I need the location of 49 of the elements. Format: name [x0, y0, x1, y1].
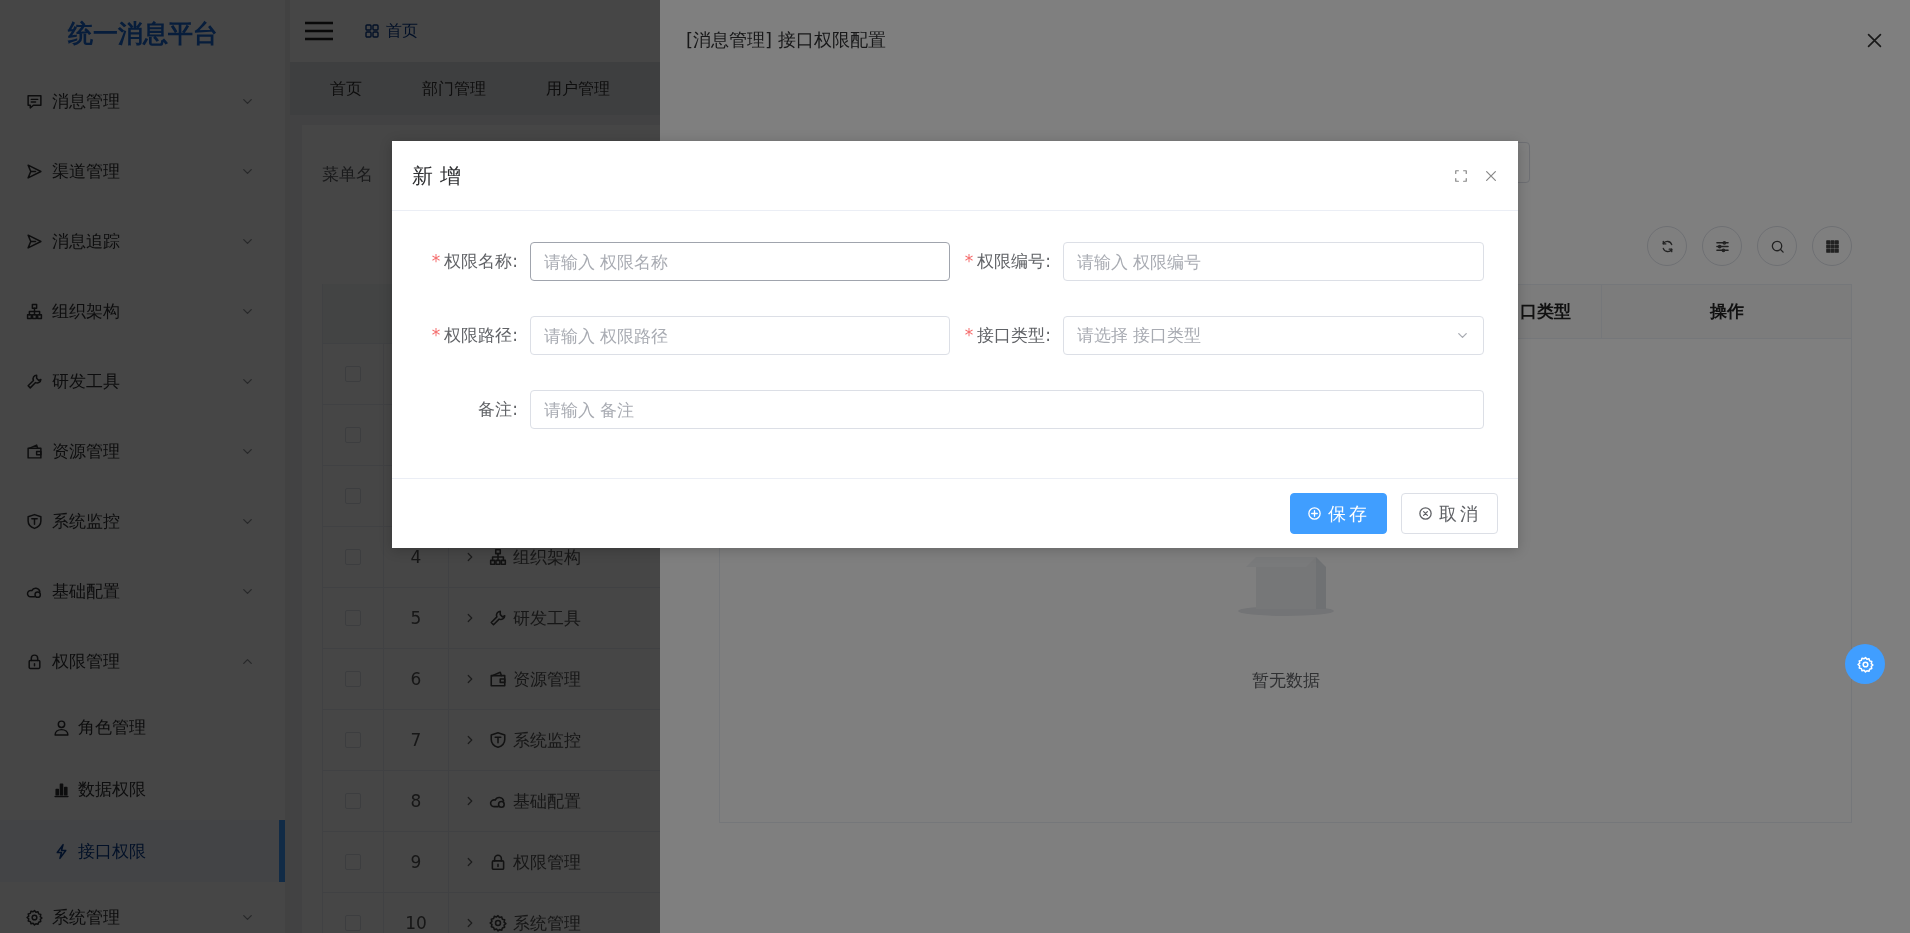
field-label: * 接口类型:: [963, 324, 1052, 347]
gear-icon: [1856, 655, 1874, 673]
close-icon: [1484, 168, 1498, 183]
sitemap-icon: [489, 548, 507, 566]
wallet-icon: [489, 670, 507, 688]
field-label: * 权限名称:: [430, 250, 519, 273]
column-header: 操作: [1601, 285, 1851, 338]
shield-icon: [489, 731, 507, 749]
cancel-button[interactable]: 取消: [1401, 493, 1498, 534]
text-field[interactable]: 请输入 权限名称: [530, 242, 950, 281]
select-field[interactable]: 请选择 接口类型: [1063, 316, 1484, 355]
wallet-icon: [26, 442, 43, 460]
user-icon: [53, 718, 70, 736]
send-icon: [26, 232, 43, 250]
grid-icon: [364, 23, 380, 39]
dialog-title: 新 增: [412, 162, 462, 190]
sidebar-item[interactable]: 系统监控: [0, 486, 285, 556]
message-icon: [26, 92, 43, 110]
column-header: 口类型: [1519, 300, 1572, 323]
lock-icon: [489, 853, 507, 871]
sidebar-item[interactable]: 组织架构: [0, 276, 285, 346]
wrench-icon: [489, 609, 507, 627]
field-label: * 权限路径:: [430, 324, 519, 347]
empty-text: 暂无数据: [1251, 669, 1320, 692]
shield-icon: [26, 512, 43, 530]
lock-icon: [26, 652, 43, 670]
sidebar-item[interactable]: 研发工具: [0, 346, 285, 416]
plus-circle-icon: [1307, 506, 1322, 521]
app-logo: 统一消息平台: [66, 17, 219, 50]
search-icon: [1769, 238, 1785, 254]
breadcrumb-link[interactable]: 首页: [364, 20, 418, 42]
bar-chart-icon: [53, 780, 70, 798]
close-circle-icon: [1418, 506, 1433, 521]
drawer-title: [消息管理] 接口权限配置: [686, 28, 887, 52]
grid-icon: [1824, 238, 1840, 254]
menu-icon[interactable]: [305, 21, 333, 41]
sidebar-subitem[interactable]: 数据权限: [0, 758, 285, 820]
sidebar-item[interactable]: 消息追踪: [0, 206, 285, 276]
wrench-icon: [26, 372, 43, 390]
sitemap-icon: [26, 302, 43, 320]
gear-icon: [489, 914, 507, 932]
send-icon: [26, 162, 43, 180]
sliders-icon: [1714, 238, 1730, 254]
field-label: * 权限编号:: [963, 250, 1052, 273]
field-label: 备注:: [477, 398, 519, 421]
fullscreen-icon: [1454, 168, 1468, 183]
gear-icon: [26, 908, 43, 926]
save-button[interactable]: 保存: [1290, 493, 1387, 534]
sidebar-item[interactable]: 基础配置: [0, 556, 285, 626]
